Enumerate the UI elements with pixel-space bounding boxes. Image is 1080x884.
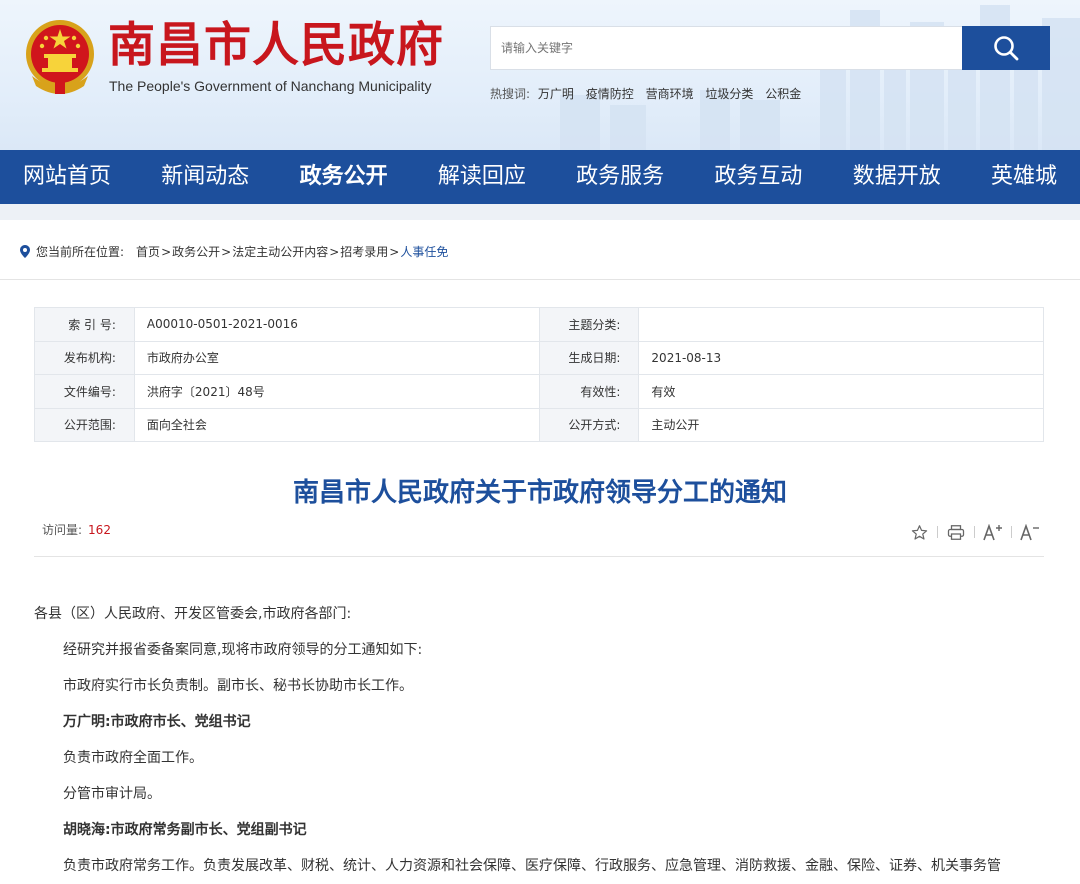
meta-value — [638, 307, 1044, 342]
breadcrumb-separator: > — [329, 244, 340, 259]
meta-value: 洪府字〔2021〕48号 — [133, 374, 540, 409]
print-button[interactable] — [943, 521, 969, 543]
meta-value: 2021-08-13 — [638, 340, 1044, 375]
site-header: 南昌市人民政府 The People's Government of Nanch… — [0, 0, 1080, 150]
document-meta-table: 索 引 号: A00010-0501-2021-0016 主题分类: 发布机构:… — [34, 307, 1044, 442]
article-paragraph: 负责市政府全面工作。 — [63, 750, 203, 766]
nav-item-interaction[interactable]: 政务互动 — [703, 150, 813, 204]
meta-value: 市政府办公室 — [133, 340, 540, 375]
search-input[interactable] — [491, 27, 962, 69]
breadcrumb-separator: > — [161, 244, 172, 259]
meta-value: A00010-0501-2021-0016 — [133, 307, 540, 342]
breadcrumb-link[interactable]: 政务公开 — [172, 243, 220, 260]
breadcrumb-link[interactable]: 首页 — [136, 243, 160, 260]
breadcrumb-link[interactable]: 法定主动公开内容 — [232, 243, 328, 260]
breadcrumb-link[interactable]: 招考录用 — [340, 243, 388, 260]
meta-key: 发布机构: — [34, 340, 135, 375]
font-smaller-icon — [1020, 523, 1039, 540]
article-title: 南昌市人民政府关于市政府领导分工的通知 — [292, 478, 787, 508]
nav-item-interpretation[interactable]: 解读回应 — [427, 150, 537, 204]
nav-item-hero-city[interactable]: 英雄城 — [980, 150, 1068, 204]
hot-word-link[interactable]: 垃圾分类 — [705, 87, 753, 101]
font-larger-icon — [983, 523, 1002, 540]
visit-count: 访问量: 162 — [42, 521, 111, 538]
table-row: 索 引 号: A00010-0501-2021-0016 主题分类: — [34, 307, 1044, 342]
article-paragraph-heading: 胡晓海:市政府常务副市长、党组副书记 — [63, 822, 307, 838]
article-paragraph: 负责市政府常务工作。负责发展改革、财税、统计、人力资源和社会保障、医疗保障、行政… — [63, 858, 1001, 874]
meta-key: 公开方式: — [538, 407, 640, 442]
article-paragraph: 各县（区）人民政府、开发区管委会,市政府各部门: — [34, 606, 352, 622]
favorite-button[interactable] — [906, 521, 932, 543]
article-paragraph-heading: 万广明:市政府市长、党组书记 — [63, 714, 251, 730]
nav-item-home[interactable]: 网站首页 — [12, 150, 122, 204]
site-title[interactable]: 南昌市人民政府 — [108, 18, 444, 74]
hot-word-link[interactable]: 营商环境 — [646, 87, 694, 101]
nav-item-news[interactable]: 新闻动态 — [150, 150, 260, 204]
breadcrumb-current[interactable]: 人事任免 — [400, 243, 448, 260]
font-smaller-button[interactable] — [1017, 521, 1043, 543]
tool-divider — [937, 526, 938, 538]
font-larger-button[interactable] — [980, 521, 1006, 543]
tool-divider — [1011, 526, 1012, 538]
main-nav: 网站首页 新闻动态 政务公开 解读回应 政务服务 政务互动 数据开放 英雄城 — [0, 150, 1080, 204]
search-box — [490, 26, 962, 70]
breadcrumb-label: 您当前所在位置: — [36, 245, 125, 259]
star-icon — [911, 524, 927, 540]
article-paragraph: 经研究并报省委备案同意,现将市政府领导的分工通知如下: — [63, 642, 423, 658]
location-pin-icon — [20, 245, 30, 258]
article-divider — [34, 556, 1044, 557]
hot-word-link[interactable]: 疫情防控 — [586, 87, 634, 101]
nav-item-gov-affairs[interactable]: 政务公开 — [289, 150, 399, 204]
site-subtitle: The People's Government of Nanchang Muni… — [109, 78, 432, 94]
search-icon — [994, 36, 1019, 61]
meta-key: 有效性: — [538, 374, 640, 409]
table-row: 公开范围: 面向全社会 公开方式: 主动公开 — [34, 407, 1044, 442]
national-emblem-icon — [26, 20, 94, 94]
article-tools — [906, 521, 1043, 543]
print-icon — [947, 524, 965, 540]
meta-key: 文件编号: — [34, 374, 135, 409]
hot-word-link[interactable]: 公积金 — [765, 87, 801, 101]
hot-words-label: 热搜词: — [490, 87, 531, 101]
nav-item-open-data[interactable]: 数据开放 — [842, 150, 952, 204]
breadcrumb: 您当前所在位置: 首页 > 政务公开 > 法定主动公开内容 > 招考录用 > 人… — [20, 243, 448, 260]
nav-item-services[interactable]: 政务服务 — [565, 150, 675, 204]
breadcrumb-divider — [0, 279, 1080, 280]
hot-word-link[interactable]: 万广明 — [538, 87, 574, 101]
nav-shadow-band — [0, 204, 1080, 220]
hot-words: 热搜词: 万广明 疫情防控 营商环境 垃圾分类 公积金 — [490, 85, 809, 102]
table-row: 文件编号: 洪府字〔2021〕48号 有效性: 有效 — [34, 374, 1044, 409]
search-button[interactable] — [962, 26, 1050, 70]
meta-value: 有效 — [638, 374, 1044, 409]
breadcrumb-separator: > — [221, 244, 232, 259]
article-paragraph: 市政府实行市长负责制。副市长、秘书长协助市长工作。 — [63, 678, 413, 694]
breadcrumb-separator: > — [389, 244, 400, 259]
meta-key: 索 引 号: — [34, 307, 135, 342]
meta-value: 面向全社会 — [133, 407, 540, 442]
visit-count-label: 访问量: — [42, 523, 83, 537]
article-paragraph: 分管市审计局。 — [63, 786, 161, 802]
table-row: 发布机构: 市政府办公室 生成日期: 2021-08-13 — [34, 340, 1044, 375]
tool-divider — [974, 526, 975, 538]
meta-key: 主题分类: — [538, 307, 640, 342]
meta-key: 生成日期: — [538, 340, 640, 375]
meta-key: 公开范围: — [34, 407, 135, 442]
article-body: 各县（区）人民政府、开发区管委会,市政府各部门: 经研究并报省委备案同意,现将市… — [34, 596, 1044, 884]
visit-count-value: 162 — [88, 523, 111, 537]
meta-value: 主动公开 — [638, 407, 1044, 442]
